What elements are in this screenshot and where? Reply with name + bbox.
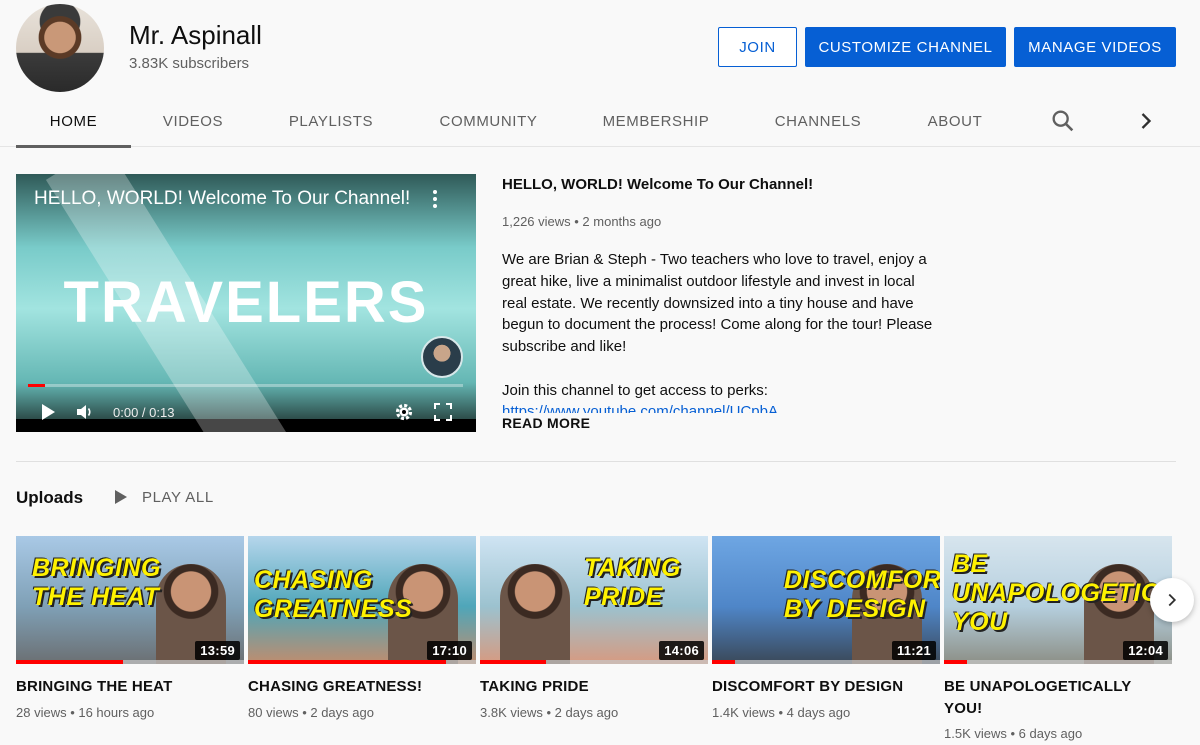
- progress-fill: [28, 384, 46, 387]
- thumbnail-person: [500, 564, 570, 664]
- video-title[interactable]: BE UNAPOLOGETICALLY YOU!: [944, 676, 1172, 719]
- gear-icon[interactable]: [394, 402, 414, 422]
- duration-badge: 11:21: [891, 641, 936, 660]
- customize-channel-button[interactable]: CUSTOMIZE CHANNEL: [805, 27, 1006, 67]
- play-icon[interactable]: [38, 402, 58, 422]
- description-link[interactable]: https://www.youtube.com/channel/UCpbA: [502, 401, 778, 413]
- join-button[interactable]: JOIN: [718, 27, 797, 67]
- video-meta: 1.4K views • 4 days ago: [712, 704, 851, 720]
- watch-progress-bar: [248, 660, 476, 664]
- watch-progress-fill: [16, 660, 124, 664]
- thumbnail-headline: DISCOMFORT BY DESIGN: [784, 566, 940, 623]
- time-display: 0:00 / 0:13: [113, 405, 175, 420]
- video-thumbnail[interactable]: BRINGING THE HEAT 13:59: [16, 536, 244, 664]
- video-thumbnail[interactable]: CHASING GREATNESS 17:10: [248, 536, 476, 664]
- channel-tabs: HOME VIDEOS PLAYLISTS COMMUNITY MEMBERSH…: [0, 95, 1200, 148]
- shelf-next-button[interactable]: [1150, 578, 1194, 622]
- video-title[interactable]: CHASING GREATNESS!: [248, 676, 476, 698]
- description-text: We are Brian & Steph - Two teachers who …: [502, 251, 933, 356]
- read-more-button[interactable]: READ MORE: [502, 415, 590, 431]
- video-frame: TRAVELERS: [16, 174, 476, 432]
- watch-progress-fill: [712, 660, 735, 664]
- tab-home[interactable]: HOME: [16, 95, 131, 148]
- video-meta: 28 views • 16 hours ago: [16, 704, 155, 720]
- video-thumbnail[interactable]: TAKING PRIDE 14:06: [480, 536, 708, 664]
- tab-about[interactable]: ABOUT: [920, 95, 990, 147]
- video-thumbnail[interactable]: BE UNAPOLOGETICALLY YOU 12:04: [944, 536, 1172, 664]
- duration-badge: 13:59: [195, 641, 240, 660]
- tab-videos[interactable]: VIDEOS: [152, 95, 234, 147]
- perks-line: Join this channel to get access to perks…: [502, 381, 768, 399]
- thumbnail-headline: BRINGING THE HEAT: [32, 554, 161, 611]
- watch-progress-fill: [944, 660, 967, 664]
- thumbnail-headline: BE UNAPOLOGETICALLY YOU: [952, 550, 1172, 636]
- chevron-right-icon[interactable]: [1132, 107, 1160, 135]
- thumbnail-headline: TAKING PRIDE: [584, 554, 681, 611]
- tab-membership[interactable]: MEMBERSHIP: [595, 95, 717, 147]
- watch-progress-fill: [248, 660, 447, 664]
- player-video-title[interactable]: HELLO, WORLD! Welcome To Our Channel!: [34, 188, 410, 210]
- channel-watermark-avatar[interactable]: [421, 336, 463, 378]
- watch-progress-bar: [16, 660, 244, 664]
- featured-video-player[interactable]: TRAVELERS HELLO, WORLD! Welcome To Our C…: [16, 174, 476, 432]
- play-all-label: PLAY ALL: [142, 488, 214, 506]
- thumbnail-headline: TRAVELERS: [63, 270, 429, 335]
- watch-progress-bar: [712, 660, 940, 664]
- video-meta: 1.5K views • 6 days ago: [944, 726, 1083, 741]
- duration-badge: 17:10: [427, 641, 472, 660]
- tab-channels[interactable]: CHANNELS: [767, 95, 869, 147]
- watch-progress-bar: [944, 660, 1172, 664]
- featured-title[interactable]: HELLO, WORLD! Welcome To Our Channel!: [502, 176, 813, 193]
- watch-progress-fill: [480, 660, 547, 664]
- video-title[interactable]: DISCOMFORT BY DESIGN: [712, 676, 940, 698]
- thumbnail-headline: CHASING GREATNESS: [254, 566, 413, 623]
- section-divider: [16, 461, 1176, 462]
- featured-meta: 1,226 views • 2 months ago: [502, 214, 662, 229]
- video-thumbnail[interactable]: DISCOMFORT BY DESIGN 11:21: [712, 536, 940, 664]
- featured-description: We are Brian & Steph - Two teachers who …: [502, 249, 942, 402]
- tab-playlists[interactable]: PLAYLISTS: [280, 95, 382, 147]
- video-meta: 3.8K views • 2 days ago: [480, 704, 619, 720]
- chevron-right-icon: [1168, 593, 1177, 607]
- search-icon[interactable]: [1049, 107, 1077, 135]
- channel-header: Mr. Aspinall 3.83K subscribers JOIN CUST…: [0, 0, 1200, 95]
- play-icon: [115, 490, 127, 504]
- channel-name: Mr. Aspinall: [129, 20, 262, 50]
- channel-avatar[interactable]: [16, 4, 104, 92]
- video-meta: 80 views • 2 days ago: [248, 704, 374, 720]
- duration-badge: 14:06: [659, 641, 704, 660]
- more-vert-icon[interactable]: [430, 188, 440, 210]
- video-title[interactable]: BRINGING THE HEAT: [16, 676, 244, 698]
- video-card[interactable]: BRINGING THE HEAT 13:59 BRINGING THE HEAT 2…: [16, 536, 244, 720]
- manage-videos-button[interactable]: MANAGE VIDEOS: [1014, 27, 1176, 67]
- tab-community[interactable]: COMMUNITY: [431, 95, 546, 147]
- volume-icon[interactable]: [74, 402, 94, 422]
- progress-bar[interactable]: [28, 384, 463, 387]
- play-all-button[interactable]: PLAY ALL: [112, 488, 214, 506]
- video-card[interactable]: CHASING GREATNESS 17:10 CHASING GREATNESS!…: [248, 536, 476, 720]
- subscriber-count: 3.83K subscribers: [129, 55, 250, 72]
- video-card[interactable]: DISCOMFORT BY DESIGN 11:21 DISCOMFORT BY D…: [712, 536, 940, 720]
- fullscreen-icon[interactable]: [433, 402, 453, 422]
- watch-progress-bar: [480, 660, 708, 664]
- duration-badge: 12:04: [1123, 641, 1168, 660]
- uploads-heading[interactable]: Uploads: [16, 488, 83, 508]
- video-card[interactable]: BE UNAPOLOGETICALLY YOU12:04BE UNAPOLOGE…: [944, 536, 1172, 741]
- video-title[interactable]: TAKING PRIDE: [480, 676, 708, 698]
- video-card[interactable]: TAKING PRIDE 14:06 TAKING PRIDE 3.8K views …: [480, 536, 708, 720]
